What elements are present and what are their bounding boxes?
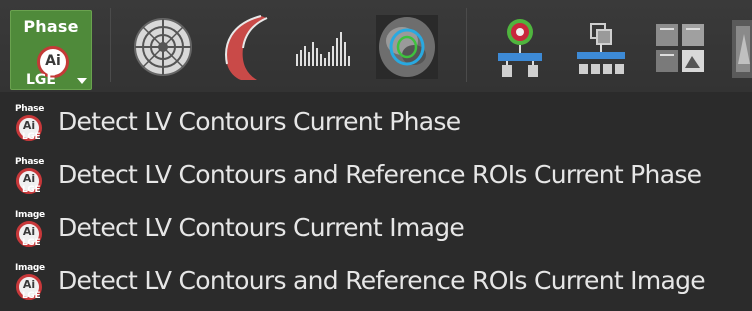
menu-item-detect-lv-contours-reference-rois-current-phase[interactable]: Phase Ai LGE Detect LV Contours and Refe… xyxy=(0,151,752,203)
layered-hierarchy-button[interactable] xyxy=(575,22,627,78)
badge-logo-text: Ai xyxy=(22,225,36,238)
partial-image-button[interactable] xyxy=(732,20,752,78)
button-bottom-label: LGE xyxy=(26,72,56,88)
histogram-icon xyxy=(296,32,350,66)
ai-lge-phase-dropdown-button[interactable]: Phase Ai LGE xyxy=(10,10,92,90)
cardiac-slice-contour-button[interactable] xyxy=(376,15,438,79)
badge-top-label: Image xyxy=(15,210,45,220)
badge-logo-text: Ai xyxy=(22,119,36,132)
menu-item-label: Detect LV Contours and Reference ROIs Cu… xyxy=(58,266,706,295)
toolbar-separator xyxy=(110,8,111,82)
badge-bottom-label: LGE xyxy=(22,238,41,248)
menu-item-detect-lv-contours-current-phase[interactable]: Phase Ai LGE Detect LV Contours Current … xyxy=(0,98,752,150)
toolbar: Phase Ai LGE xyxy=(0,0,752,92)
badge-bottom-label: LGE xyxy=(22,291,41,301)
badge-logo-text: Ai xyxy=(22,278,36,291)
ai-logo-text: Ai xyxy=(45,53,61,69)
ai-lge-image-icon: Image Ai LGE xyxy=(12,210,54,252)
badge-top-label: Phase xyxy=(15,104,45,114)
histogram-button[interactable] xyxy=(294,28,354,68)
bullseye-segment-button[interactable] xyxy=(133,17,193,77)
target-hierarchy-icon xyxy=(498,19,542,77)
badge-bottom-label: LGE xyxy=(22,185,41,195)
ai-lge-phase-icon: Phase Ai LGE xyxy=(12,157,54,199)
myocardial-wall-icon xyxy=(225,15,268,80)
bullseye-segment-icon xyxy=(134,18,192,76)
ai-lge-image-icon: Image Ai LGE xyxy=(12,263,54,305)
layered-hierarchy-icon xyxy=(577,23,625,74)
ai-lge-phase-icon: Phase Ai LGE xyxy=(12,104,54,146)
dropdown-menu: Phase Ai LGE Detect LV Contours Current … xyxy=(0,92,752,311)
cardiac-slice-contour-icon xyxy=(376,15,438,79)
menu-item-label: Detect LV Contours and Reference ROIs Cu… xyxy=(58,160,702,189)
menu-item-detect-lv-contours-current-image[interactable]: Image Ai LGE Detect LV Contours Current … xyxy=(0,204,752,256)
menu-item-label: Detect LV Contours Current Phase xyxy=(58,107,461,136)
badge-top-label: Image xyxy=(15,263,45,273)
badge-logo-text: Ai xyxy=(22,172,36,185)
myocardial-wall-button[interactable] xyxy=(221,14,271,80)
menu-item-detect-lv-contours-reference-rois-current-image[interactable]: Image Ai LGE Detect LV Contours and Refe… xyxy=(0,257,752,309)
button-top-label: Phase xyxy=(23,17,79,36)
toolbar-separator xyxy=(466,8,467,82)
badge-bottom-label: LGE xyxy=(22,132,41,142)
image-grid-button[interactable] xyxy=(654,22,706,74)
dropdown-arrow-icon xyxy=(77,78,87,84)
badge-top-label: Phase xyxy=(15,157,45,167)
menu-item-label: Detect LV Contours Current Image xyxy=(58,213,465,242)
partial-image-icon xyxy=(732,20,752,78)
image-grid-icon xyxy=(656,24,704,72)
target-hierarchy-button[interactable] xyxy=(496,17,544,81)
